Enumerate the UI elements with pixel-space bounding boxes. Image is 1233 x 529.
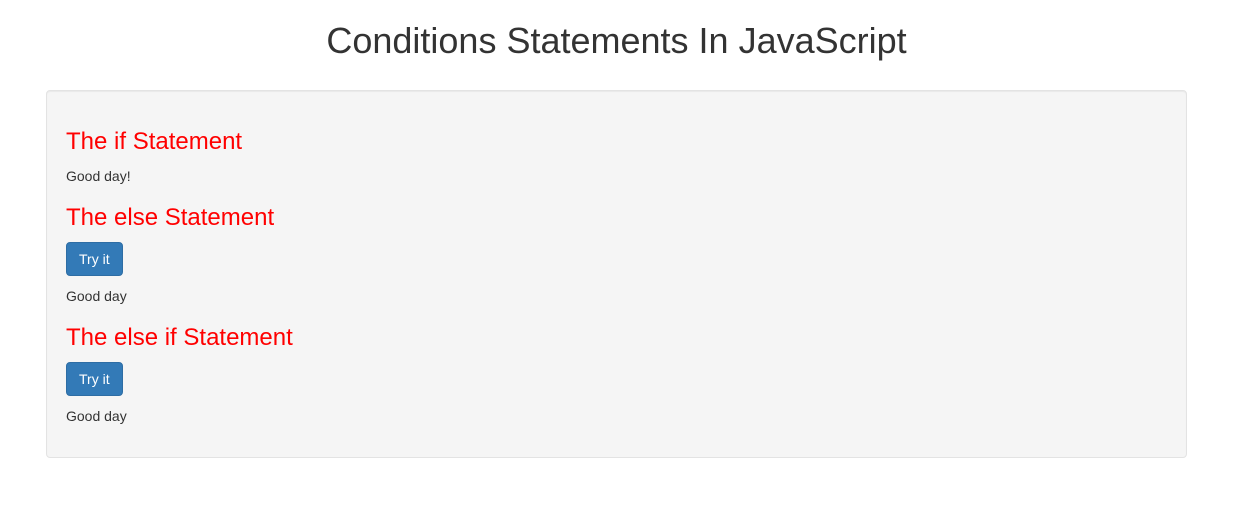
else-try-it-button[interactable]: Try it <box>66 242 123 276</box>
elseif-statement-output: Good day <box>66 406 1167 426</box>
page-title: Conditions Statements In JavaScript <box>0 20 1233 62</box>
else-statement-heading: The else Statement <box>66 204 1167 232</box>
examples-panel: The if Statement Good day! The else Stat… <box>46 90 1187 458</box>
if-statement-output: Good day! <box>66 166 1167 186</box>
else-statement-output: Good day <box>66 286 1167 306</box>
if-statement-heading: The if Statement <box>66 128 1167 156</box>
elseif-statement-heading: The else if Statement <box>66 324 1167 352</box>
elseif-try-it-button[interactable]: Try it <box>66 362 123 396</box>
